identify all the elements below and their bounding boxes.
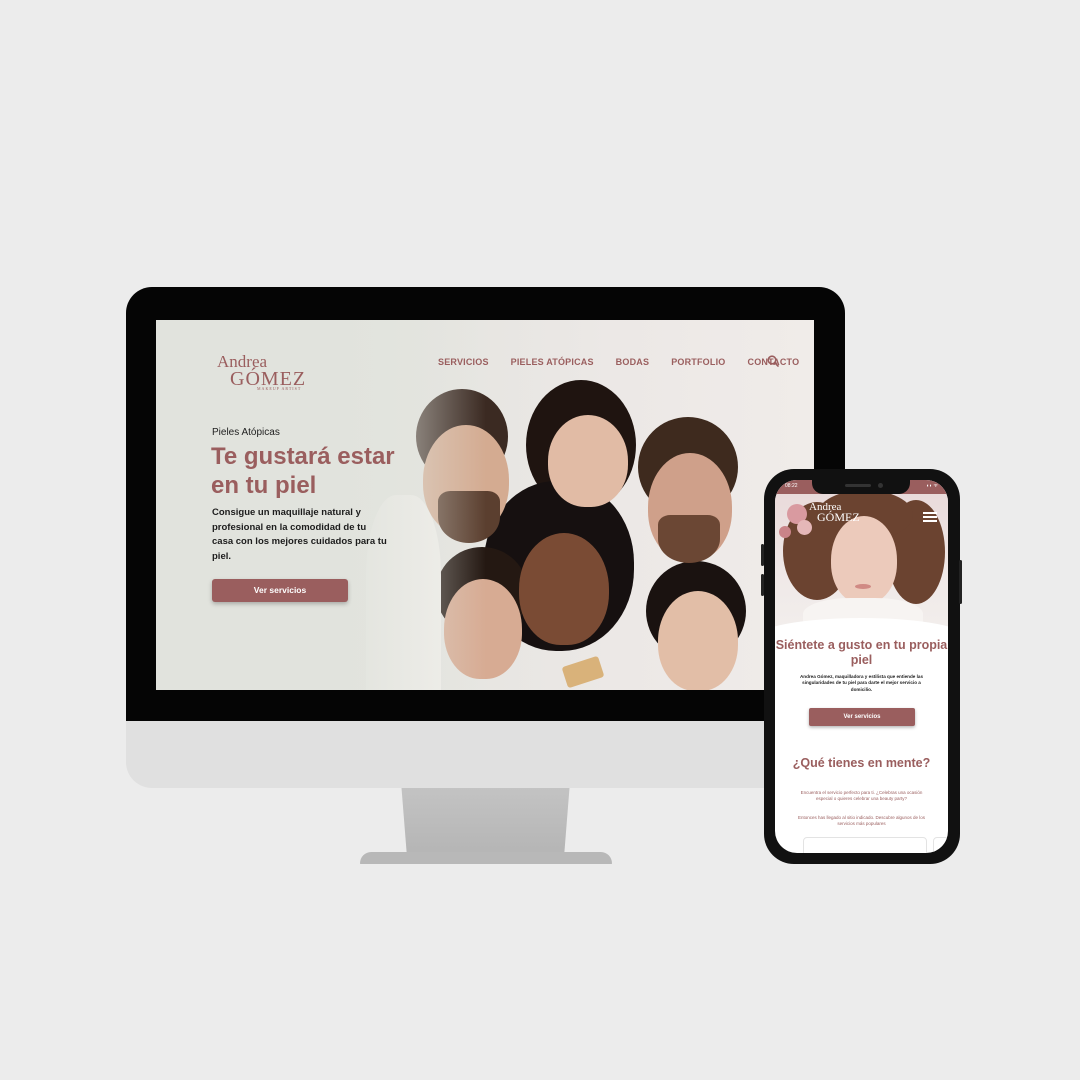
mobile-logo-line-2: GÓMEZ — [817, 510, 860, 524]
monitor-stand-base — [360, 852, 612, 864]
phone-notch — [812, 480, 910, 494]
hero-text: Consigue un maquillaje natural y profesi… — [212, 507, 387, 562]
desktop-website: Andrea GÓMEZ MAKEUP ARTIST SERVICIOS PIE… — [156, 320, 814, 690]
mobile-ver-servicios-button[interactable]: Ver servicios — [809, 708, 915, 726]
service-card[interactable] — [933, 837, 948, 853]
service-card[interactable] — [803, 837, 927, 853]
nav-item-pieles-atopicas[interactable]: PIELES ATÓPICAS — [511, 357, 594, 367]
phone-side-button — [959, 560, 962, 604]
phone-volume-button — [761, 574, 764, 596]
nav-item-bodas[interactable]: BODAS — [616, 357, 650, 367]
ver-servicios-button[interactable]: Ver servicios — [212, 579, 348, 602]
mobile-section1-text: Andrea Gómez, maquilladora y estilista q… — [799, 674, 924, 692]
monitor-stand — [401, 788, 570, 854]
mobile-section2-title: ¿Qué tienes en mente? — [792, 756, 931, 770]
main-nav: SERVICIOS PIELES ATÓPICAS BODAS PORTFOLI… — [438, 357, 799, 367]
nav-item-portfolio[interactable]: PORTFOLIO — [671, 357, 725, 367]
hamburger-icon[interactable] — [923, 512, 937, 522]
flower-decoration — [779, 526, 791, 538]
status-icons: ◖◗ ᯤ — [926, 483, 938, 489]
status-time: 08:22 — [785, 483, 798, 489]
mobile-logo[interactable]: Andrea GÓMEZ — [809, 502, 860, 524]
nav-item-servicios[interactable]: SERVICIOS — [438, 357, 489, 367]
hero-kicker: Pieles Atópicas — [212, 427, 280, 438]
mobile-hero-photo — [775, 480, 948, 630]
site-logo[interactable]: Andrea GÓMEZ MAKEUP ARTIST — [217, 353, 306, 391]
mobile-section2-text-2: Entonces has llegado al sitio indicado. … — [797, 815, 926, 827]
mobile-section2-text-1: Encuentra el servicio perfecto para ti. … — [800, 790, 923, 802]
hero-overlay — [156, 320, 486, 690]
phone-volume-button — [761, 544, 764, 566]
search-icon[interactable] — [767, 355, 779, 367]
mobile-section1-title: Siéntete a gusto en tu propia piel — [775, 638, 948, 667]
mobile-website: 08:22 ◖◗ ᯤ Andrea GÓMEZ Siéntete a gusto… — [775, 480, 948, 853]
logo-line-3: MAKEUP ARTIST — [257, 386, 302, 391]
hero-title: Te gustará estar en tu piel — [211, 443, 395, 499]
